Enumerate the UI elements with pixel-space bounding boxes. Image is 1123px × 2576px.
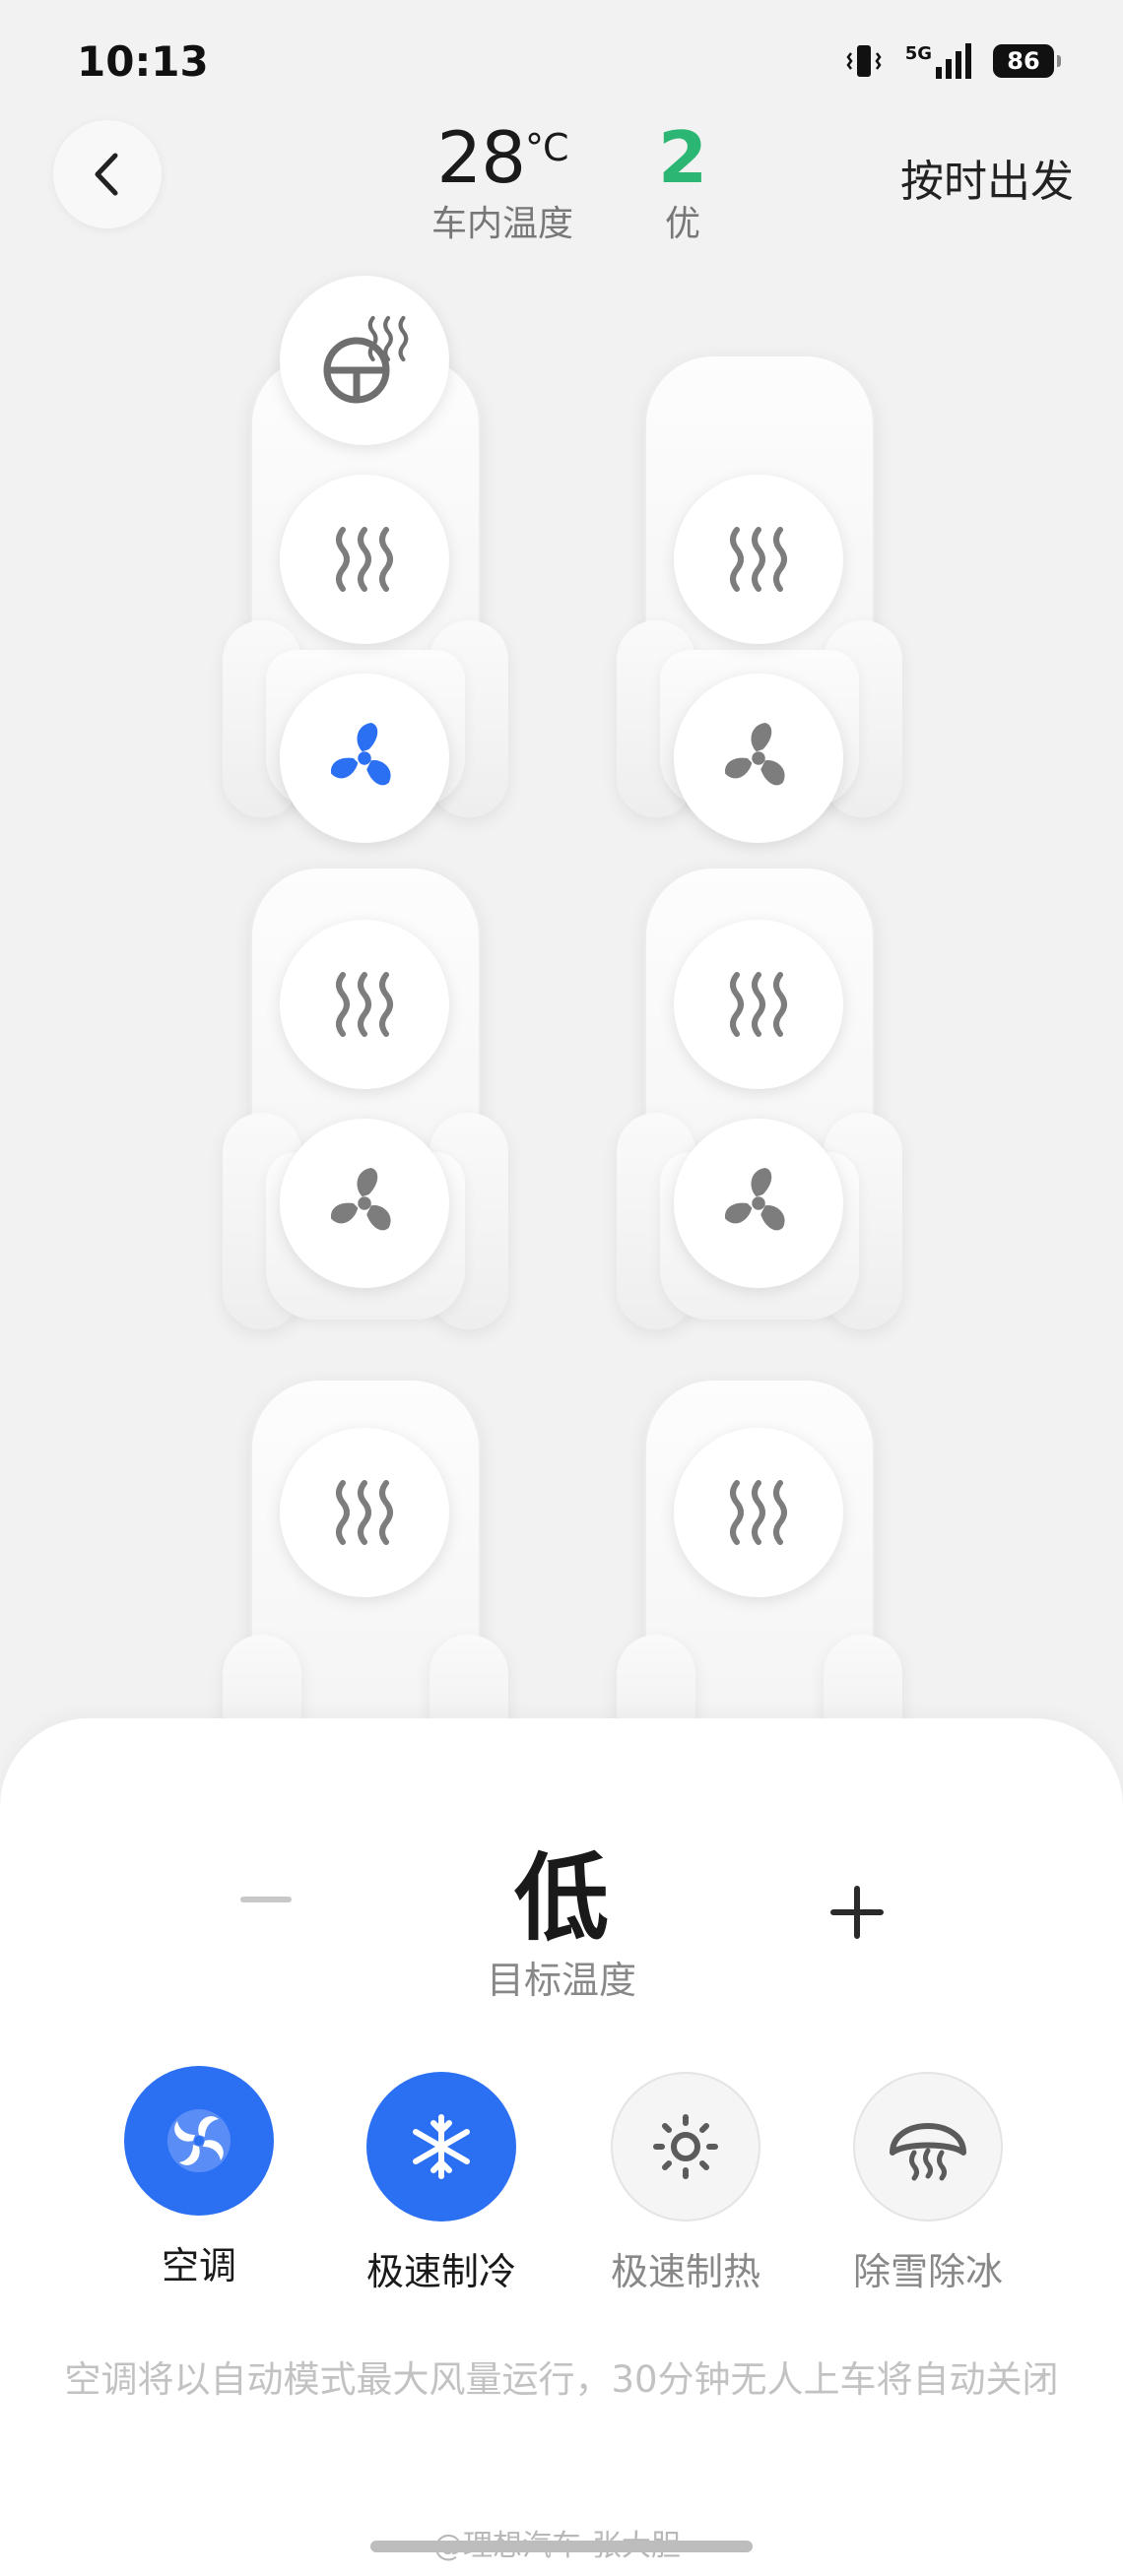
seat-heat-icon (320, 960, 409, 1049)
seat-heat-button[interactable] (674, 920, 843, 1089)
mode-rapid-cooling[interactable]: 极速制冷 (343, 2072, 540, 2295)
defrost-icon (890, 2123, 966, 2181)
increase-temperature-button[interactable] (827, 1883, 887, 1942)
mode-icon-button[interactable] (611, 2072, 760, 2222)
mode-defrost[interactable]: 除雪除冰 (829, 2072, 1026, 2295)
seat-heat-icon (714, 515, 803, 604)
mode-icon-button[interactable] (124, 2066, 274, 2216)
scheduled-departure-button[interactable]: 按时出发 (900, 146, 1074, 209)
status-icons: 5G 86 (844, 39, 1061, 83)
plus-icon (830, 1886, 884, 1939)
chevron-left-icon (95, 153, 118, 196)
snowflake-icon (413, 2114, 470, 2179)
status-time: 10:13 (77, 37, 209, 86)
seat-heat-button[interactable] (674, 1428, 843, 1597)
mode-label: 极速制冷 (365, 2250, 516, 2293)
home-indicator[interactable] (370, 2541, 753, 2552)
seat-heat-button[interactable] (280, 920, 449, 1089)
mode-label: 除雪除冰 (852, 2250, 1003, 2293)
seat-ventilation-button[interactable] (674, 674, 843, 843)
mode-rapid-heating[interactable]: 极速制热 (587, 2072, 784, 2295)
air-quality-label: 优 (664, 204, 700, 244)
target-temperature-value: 低 (514, 1843, 609, 1954)
seat-ventilation-button[interactable] (280, 1119, 449, 1288)
fan-icon (724, 1168, 785, 1231)
seat-heat-button[interactable] (674, 475, 843, 644)
ac-hint-text: 空调将以自动模式最大风量运行，30分钟无人上车将自动关闭 (64, 2358, 1059, 2401)
mode-label: 极速制热 (610, 2250, 760, 2293)
mode-label: 空调 (161, 2244, 236, 2287)
ac-fan-icon (167, 2109, 231, 2172)
seat-heat-icon (714, 1468, 803, 1557)
seat-heat-icon (714, 960, 803, 1049)
cabin-temperature: 28°C 车内温度 (414, 116, 591, 246)
seat-ventilation-button[interactable] (674, 1119, 843, 1288)
steering-wheel-heat-button[interactable] (280, 276, 449, 445)
seat-heat-button[interactable] (280, 475, 449, 644)
temperature-label: 车内温度 (430, 204, 573, 244)
target-temperature-label: 目标温度 (486, 1959, 636, 2002)
seat-heat-icon (320, 1468, 409, 1557)
seat-heat-button[interactable] (280, 1428, 449, 1597)
battery-indicator: 86 (993, 44, 1061, 78)
cellular-signal-icon: 5G (905, 43, 971, 79)
mode-icon-button[interactable] (853, 2072, 1003, 2222)
fan-icon (724, 723, 785, 786)
fan-icon (330, 723, 391, 786)
air-quality: 2 优 (640, 116, 725, 246)
sun-icon (653, 2114, 718, 2179)
back-button[interactable] (53, 120, 162, 228)
air-quality-value: 2 (657, 116, 708, 199)
seat-heat-icon (320, 515, 409, 604)
mode-icon-button[interactable] (366, 2072, 516, 2222)
vibrate-icon (846, 45, 882, 77)
temperature-value: 28 (436, 116, 526, 199)
decrease-temperature-button[interactable] (240, 1897, 292, 1902)
fan-icon (330, 1168, 391, 1231)
seat-ventilation-button[interactable] (280, 674, 449, 843)
steering-wheel-heat-icon (323, 311, 414, 404)
temperature-unit: °C (525, 126, 569, 169)
mode-air-conditioning[interactable]: 空调 (100, 2066, 297, 2289)
